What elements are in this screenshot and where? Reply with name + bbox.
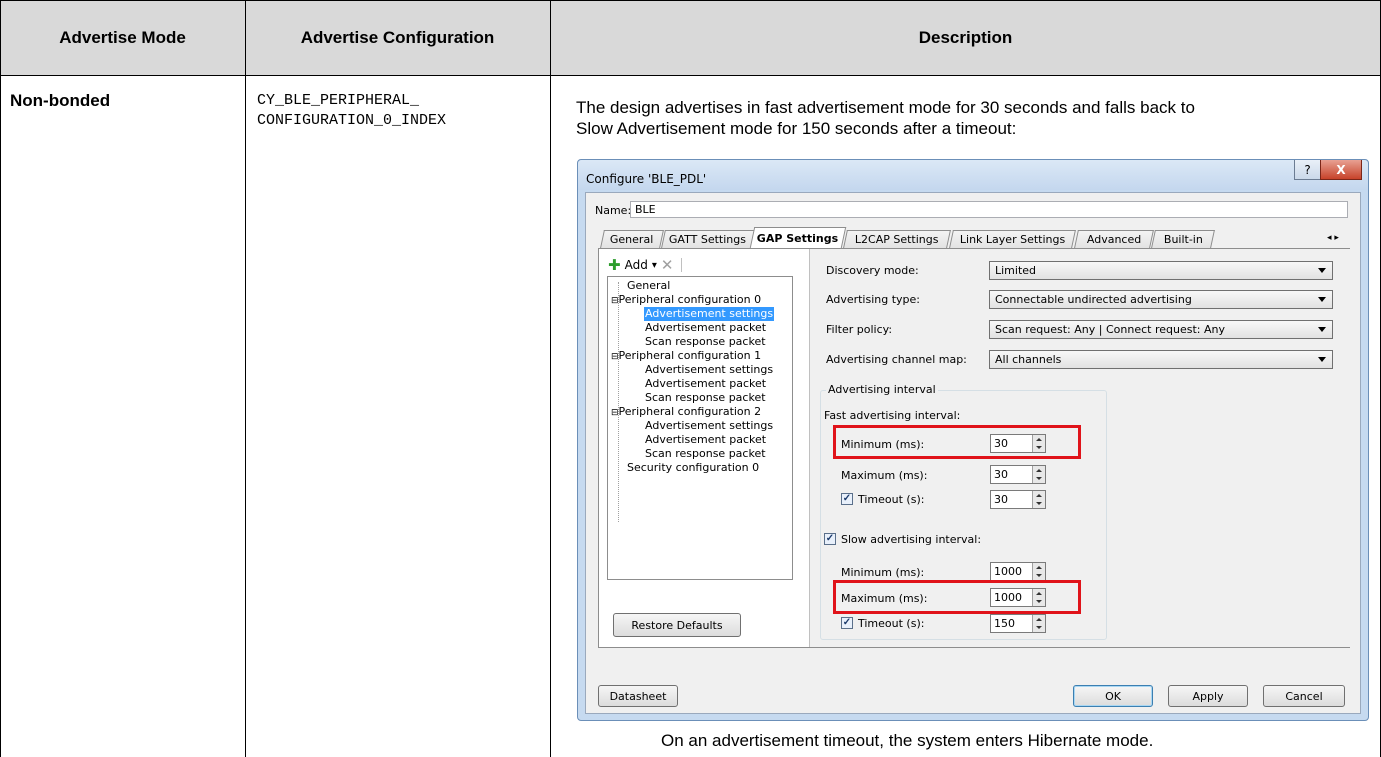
slow-timeout-label: Timeout (s):: [858, 617, 925, 630]
toolbar-separator: [681, 258, 683, 272]
highlight-slow-max: [833, 580, 1081, 614]
tree-line: [618, 282, 620, 522]
cancel-button[interactable]: Cancel: [1263, 685, 1345, 707]
tab-gatt-settings[interactable]: GATT Settings: [661, 230, 755, 248]
slow-min-label: Minimum (ms):: [841, 566, 925, 579]
tab-general[interactable]: General: [600, 230, 664, 248]
tree-item-general[interactable]: General: [627, 279, 670, 293]
dialog-client: Name: BLE General GATT Settings GAP Sett…: [585, 192, 1361, 714]
header-advertise-mode: Advertise Mode: [0, 0, 245, 75]
table-border-left: [0, 0, 1, 757]
spin-arrows-icon[interactable]: [1032, 615, 1045, 632]
table-border-top: [0, 0, 1381, 1]
slow-interval-label: Slow advertising interval:: [841, 533, 982, 546]
delete-icon[interactable]: ✕: [661, 256, 674, 274]
spin-arrows-icon[interactable]: [1032, 491, 1045, 508]
header-advertise-configuration: Advertise Configuration: [245, 0, 550, 75]
filter-policy-label: Filter policy:: [826, 323, 893, 336]
spin-arrows-icon[interactable]: [1032, 563, 1045, 580]
tree-toolbar: ✚ Add ▾ ✕: [608, 256, 683, 274]
tab-built-in[interactable]: Built-in: [1151, 230, 1215, 248]
slow-timeout-input[interactable]: 150: [990, 614, 1046, 633]
close-icon: X: [1336, 162, 1346, 177]
fast-max-label: Maximum (ms):: [841, 469, 928, 482]
row-desc-line1: The design advertises in fast advertisem…: [576, 98, 1195, 117]
tab-link-layer-settings[interactable]: Link Layer Settings: [949, 230, 1076, 248]
row-desc-line2: Slow Advertisement mode for 150 seconds …: [576, 119, 1017, 138]
name-input[interactable]: BLE: [630, 201, 1348, 218]
advertising-interval-label: Advertising interval: [826, 383, 938, 396]
tree-item-scan-response-2[interactable]: Scan response packet: [645, 447, 766, 461]
fast-max-input[interactable]: 30: [990, 465, 1046, 484]
discovery-mode-select[interactable]: Limited: [989, 261, 1333, 280]
configure-dialog: Configure 'BLE_PDL' ? X Name: BLE Genera…: [577, 159, 1369, 721]
tree-item-scan-response-1[interactable]: Scan response packet: [645, 391, 766, 405]
gap-settings-form: Discovery mode: Limited Advertising type…: [809, 249, 1350, 647]
restore-defaults-button[interactable]: Restore Defaults: [613, 613, 741, 637]
close-button[interactable]: X: [1320, 160, 1362, 180]
tree-item-peripheral-config-1[interactable]: ⊟Peripheral configuration 1: [611, 349, 761, 364]
chevron-down-icon[interactable]: ▾: [652, 260, 657, 271]
row-config-line2: CONFIGURATION_0_INDEX: [257, 112, 447, 129]
ok-button[interactable]: OK: [1073, 685, 1153, 707]
tree-item-peripheral-config-0[interactable]: ⊟Peripheral configuration 0: [611, 293, 761, 308]
tab-l2cap-settings[interactable]: L2CAP Settings: [843, 230, 951, 248]
table-border-col1: [245, 0, 246, 757]
row-mode: Non-bonded: [10, 91, 111, 110]
advertising-type-select[interactable]: Connectable undirected advertising: [989, 290, 1333, 309]
tab-scroll-icon[interactable]: ◂ ▸: [1327, 233, 1339, 243]
apply-button[interactable]: Apply: [1168, 685, 1248, 707]
tree-item-advertisement-packet-2[interactable]: Advertisement packet: [645, 433, 766, 447]
tree-item-peripheral-config-2[interactable]: ⊟Peripheral configuration 2: [611, 405, 761, 420]
dialog-title: Configure 'BLE_PDL': [586, 172, 707, 186]
tree-item-advertisement-settings-1[interactable]: Advertisement settings: [645, 363, 773, 377]
header-description: Description: [550, 0, 1381, 75]
gap-settings-panel: ✚ Add ▾ ✕ General ⊟Peripheral configurat…: [598, 248, 1350, 648]
slow-min-input[interactable]: 1000: [990, 562, 1046, 581]
add-icon[interactable]: ✚: [608, 256, 621, 274]
help-button[interactable]: ?: [1294, 160, 1321, 180]
tab-advanced[interactable]: Advanced: [1074, 230, 1154, 248]
tree-item-advertisement-settings-0[interactable]: Advertisement settings: [644, 307, 775, 321]
tree-item-advertisement-packet-0[interactable]: Advertisement packet: [645, 321, 766, 335]
tree-item-advertisement-settings-2[interactable]: Advertisement settings: [645, 419, 773, 433]
channel-map-select[interactable]: All channels: [989, 350, 1333, 369]
slow-timeout-checkbox[interactable]: ✓: [841, 617, 853, 629]
tree-item-security-config-0[interactable]: Security configuration 0: [627, 461, 759, 475]
filter-policy-select[interactable]: Scan request: Any | Connect request: Any: [989, 320, 1333, 339]
highlight-fast-min: [833, 425, 1081, 459]
table-border-col2: [550, 0, 551, 757]
fast-timeout-checkbox[interactable]: ✓: [841, 493, 853, 505]
chevron-down-icon: [1318, 327, 1326, 332]
tab-gap-settings[interactable]: GAP Settings: [749, 227, 847, 248]
name-label: Name:: [595, 204, 632, 217]
chevron-down-icon: [1318, 357, 1326, 362]
table-border-header: [0, 75, 1381, 76]
dialog-titlebar[interactable]: Configure 'BLE_PDL' ? X: [578, 160, 1368, 190]
config-tree[interactable]: General ⊟Peripheral configuration 0 Adve…: [607, 276, 793, 580]
advertising-type-label: Advertising type:: [826, 293, 920, 306]
row-config-line1: CY_BLE_PERIPHERAL_: [257, 92, 420, 109]
row-caption: On an advertisement timeout, the system …: [661, 731, 1154, 750]
channel-map-label: Advertising channel map:: [826, 353, 967, 366]
tree-item-scan-response-0[interactable]: Scan response packet: [645, 335, 766, 349]
chevron-down-icon: [1318, 268, 1326, 273]
tree-item-advertisement-packet-1[interactable]: Advertisement packet: [645, 377, 766, 391]
spin-arrows-icon[interactable]: [1032, 466, 1045, 483]
discovery-mode-label: Discovery mode:: [826, 264, 919, 277]
fast-timeout-input[interactable]: 30: [990, 490, 1046, 509]
fast-timeout-label: Timeout (s):: [858, 493, 925, 506]
chevron-down-icon: [1318, 297, 1326, 302]
slow-interval-checkbox[interactable]: ✓: [824, 533, 836, 545]
help-icon: ?: [1304, 162, 1311, 177]
fast-interval-label: Fast advertising interval:: [824, 409, 961, 422]
add-button[interactable]: Add: [625, 258, 648, 272]
datasheet-button[interactable]: Datasheet: [598, 685, 678, 707]
